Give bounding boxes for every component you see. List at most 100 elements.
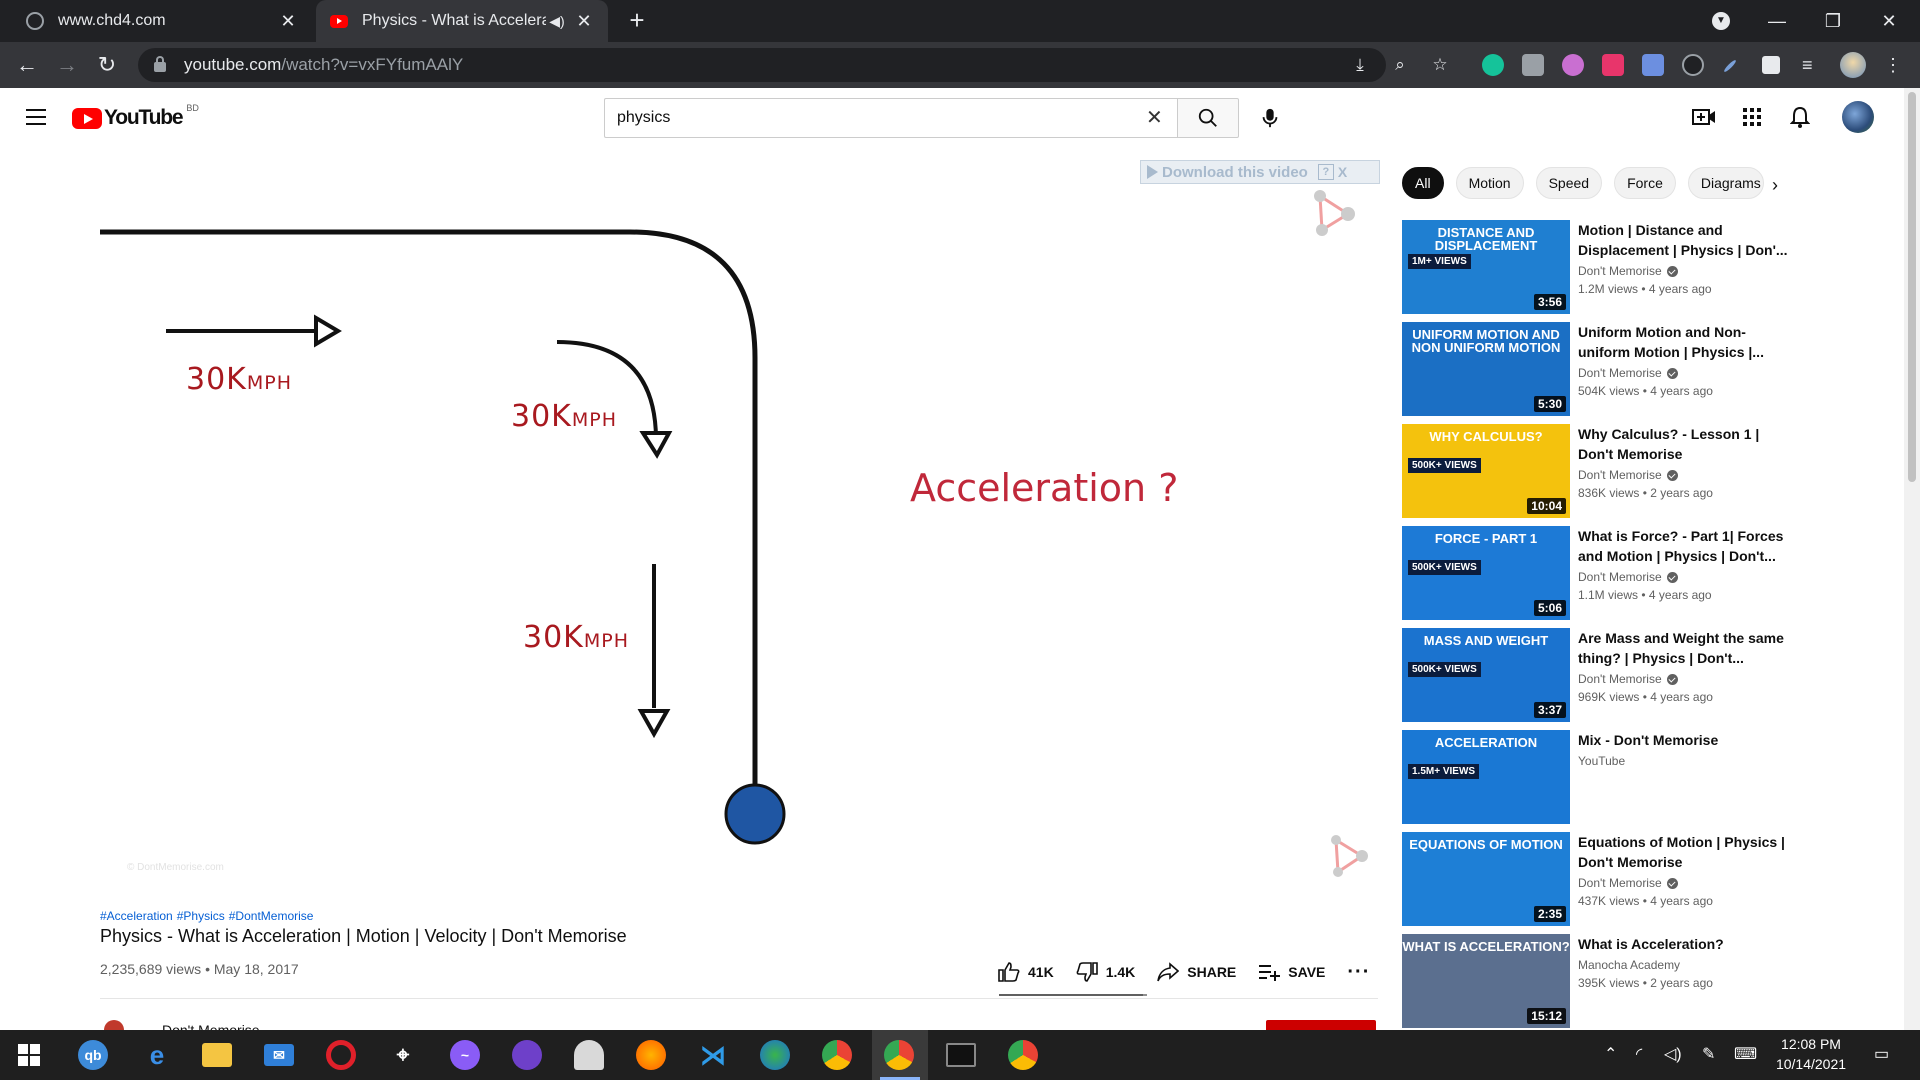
tab-chd4[interactable]: www.chd4.com ✕ bbox=[12, 0, 312, 42]
tab-youtube[interactable]: Physics - What is Acceleration ◀) ✕ bbox=[316, 0, 608, 42]
save-button[interactable]: SAVE bbox=[1258, 963, 1325, 981]
menu-icon[interactable] bbox=[26, 109, 46, 125]
qbittorrent-icon[interactable]: qb bbox=[78, 1040, 108, 1070]
clear-search-icon[interactable]: ✕ bbox=[1146, 108, 1163, 128]
related-channel[interactable]: Don't Memorise bbox=[1578, 876, 1798, 890]
chrome-active-icon[interactable] bbox=[884, 1040, 914, 1070]
profile-avatar-icon[interactable] bbox=[1840, 52, 1866, 78]
dislike-button[interactable]: 1.4K bbox=[1076, 962, 1135, 982]
globe-app-icon[interactable] bbox=[760, 1040, 790, 1070]
related-video-item[interactable]: Equations of Motion 2:35 Equations of Moti… bbox=[1402, 832, 1802, 926]
voice-search-button[interactable] bbox=[1250, 98, 1290, 138]
grammarly-extension-icon[interactable] bbox=[1482, 54, 1504, 76]
related-video-item[interactable]: Why Calculus? 500K+ VIEWS 10:04 Why Calculu… bbox=[1402, 424, 1802, 518]
related-channel[interactable]: Manocha Academy bbox=[1578, 958, 1798, 972]
system-clock[interactable]: 12:08 PM 10/14/2021 bbox=[1766, 1034, 1856, 1074]
like-button[interactable]: 41K bbox=[998, 962, 1054, 982]
related-channel[interactable]: Don't Memorise bbox=[1578, 366, 1798, 380]
windows-start-icon[interactable] bbox=[14, 1040, 44, 1070]
related-channel[interactable]: Don't Memorise bbox=[1578, 468, 1798, 482]
chip-diagrams[interactable]: Diagrams bbox=[1687, 167, 1764, 199]
related-video-item[interactable]: Force - Part 1 500K+ VIEWS 5:06 What is For… bbox=[1402, 526, 1802, 620]
messenger-icon[interactable]: ~ bbox=[450, 1040, 480, 1070]
subscribe-button[interactable] bbox=[1266, 1020, 1376, 1030]
related-title[interactable]: Equations of Motion | Physics | Don't Me… bbox=[1578, 832, 1798, 872]
related-channel[interactable]: Don't Memorise bbox=[1578, 264, 1798, 278]
related-channel[interactable]: Don't Memorise bbox=[1578, 672, 1798, 686]
firefox-icon[interactable] bbox=[636, 1040, 666, 1070]
camera-extension-icon[interactable] bbox=[1522, 54, 1544, 76]
zoom-icon[interactable]: ⌕ bbox=[1390, 55, 1410, 75]
chip-motion[interactable]: Motion bbox=[1455, 167, 1524, 199]
bookmark-star-icon[interactable]: ☆ bbox=[1430, 55, 1450, 75]
close-window-button[interactable]: ✕ bbox=[1866, 0, 1912, 42]
chip-speed[interactable]: Speed bbox=[1535, 167, 1603, 199]
video-player[interactable] bbox=[100, 168, 1378, 888]
related-video-item[interactable]: What is ACCELERATION? 15:12 What is Accele… bbox=[1402, 934, 1802, 1028]
restore-button[interactable]: ❐ bbox=[1810, 0, 1856, 42]
scrollbar-thumb[interactable] bbox=[1908, 92, 1916, 482]
video-thumbnail[interactable]: Force - Part 1 500K+ VIEWS 5:06 bbox=[1402, 526, 1570, 620]
video-thumbnail[interactable]: What is ACCELERATION? 15:12 bbox=[1402, 934, 1570, 1028]
opera-icon[interactable] bbox=[326, 1040, 356, 1070]
lock-icon[interactable] bbox=[154, 56, 166, 72]
satellite-icon[interactable]: ⌖ bbox=[388, 1040, 418, 1070]
video-thumbnail[interactable]: Distance and Displacement 1M+ VIEWS 3:56 bbox=[1402, 220, 1570, 314]
minimize-button[interactable]: — bbox=[1754, 0, 1800, 42]
media-control-icon[interactable]: ≡ bbox=[1802, 54, 1824, 76]
help-icon[interactable]: ? bbox=[1317, 164, 1334, 180]
related-video-item[interactable]: Mass and Weight 500K+ VIEWS 3:37 Are Mass a… bbox=[1402, 628, 1802, 722]
hashtag-link[interactable]: #Acceleration bbox=[100, 909, 173, 923]
related-title[interactable]: What is Acceleration? bbox=[1578, 934, 1798, 954]
related-channel[interactable]: Don't Memorise bbox=[1578, 570, 1798, 584]
pen-icon[interactable]: ✎ bbox=[1702, 1044, 1715, 1064]
more-actions-button[interactable]: ··· bbox=[1347, 961, 1370, 984]
chrome-icon[interactable] bbox=[822, 1040, 852, 1070]
related-title[interactable]: Why Calculus? - Lesson 1 | Don't Memoris… bbox=[1578, 424, 1798, 464]
terminal-icon[interactable] bbox=[946, 1043, 976, 1067]
color-extension-icon[interactable] bbox=[1562, 54, 1584, 76]
back-button[interactable]: ← bbox=[12, 50, 42, 80]
github-icon[interactable] bbox=[512, 1040, 542, 1070]
close-icon[interactable]: X bbox=[1338, 164, 1347, 180]
account-avatar[interactable] bbox=[1842, 101, 1874, 133]
pocket-extension-icon[interactable] bbox=[1602, 54, 1624, 76]
chip-all[interactable]: All bbox=[1402, 167, 1444, 199]
create-video-icon[interactable] bbox=[1692, 105, 1716, 129]
youtube-logo[interactable]: YouTube BD bbox=[72, 103, 199, 130]
volume-icon[interactable]: ◁) bbox=[1664, 1044, 1682, 1064]
hashtag-link[interactable]: #Physics bbox=[177, 909, 225, 923]
search-input[interactable]: physics bbox=[604, 98, 1178, 138]
mail-icon[interactable]: ✉ bbox=[264, 1044, 294, 1066]
notification-center-icon[interactable]: ▭ bbox=[1874, 1044, 1889, 1064]
related-title[interactable]: Mix - Don't Memorise bbox=[1578, 730, 1798, 750]
related-video-item[interactable]: Uniform Motion and Non Uniform Motion 5:3… bbox=[1402, 322, 1802, 416]
extensions-puzzle-icon[interactable] bbox=[1762, 56, 1780, 74]
channel-avatar[interactable] bbox=[104, 1020, 124, 1030]
related-title[interactable]: Are Mass and Weight the same thing? | Ph… bbox=[1578, 628, 1798, 668]
video-thumbnail[interactable]: Mass and Weight 500K+ VIEWS 3:37 bbox=[1402, 628, 1570, 722]
edge-icon[interactable]: e bbox=[142, 1040, 172, 1070]
chip-force[interactable]: Force bbox=[1614, 167, 1676, 199]
file-explorer-icon[interactable] bbox=[202, 1043, 232, 1067]
forward-button[interactable]: → bbox=[52, 50, 82, 80]
chevron-right-icon[interactable]: › bbox=[1772, 175, 1778, 196]
new-tab-button[interactable]: + bbox=[622, 6, 652, 36]
chrome-profile-icon[interactable] bbox=[1008, 1040, 1038, 1070]
screen-extension-icon[interactable] bbox=[1682, 54, 1704, 76]
related-title[interactable]: Motion | Distance and Displacement | Phy… bbox=[1578, 220, 1798, 260]
download-video-banner[interactable]: Download this video ? X bbox=[1140, 160, 1380, 184]
share-molecule-icon[interactable] bbox=[1328, 834, 1372, 878]
tab-search-icon[interactable]: ▼ bbox=[1698, 0, 1744, 42]
pen-extension-icon[interactable] bbox=[1722, 58, 1738, 74]
download-extension-icon[interactable] bbox=[1642, 54, 1664, 76]
reload-button[interactable]: ↻ bbox=[92, 50, 122, 80]
chrome-menu-icon[interactable]: ⋮ bbox=[1884, 54, 1906, 76]
audio-playing-icon[interactable]: ◀) bbox=[546, 13, 568, 30]
page-scrollbar[interactable] bbox=[1904, 88, 1920, 1030]
close-tab-icon[interactable]: ✕ bbox=[278, 11, 298, 32]
notifications-bell-icon[interactable] bbox=[1788, 105, 1812, 129]
related-title[interactable]: What is Force? - Part 1| Forces and Moti… bbox=[1578, 526, 1798, 566]
share-button[interactable]: SHARE bbox=[1157, 962, 1236, 982]
related-title[interactable]: Uniform Motion and Non-uniform Motion | … bbox=[1578, 322, 1798, 362]
